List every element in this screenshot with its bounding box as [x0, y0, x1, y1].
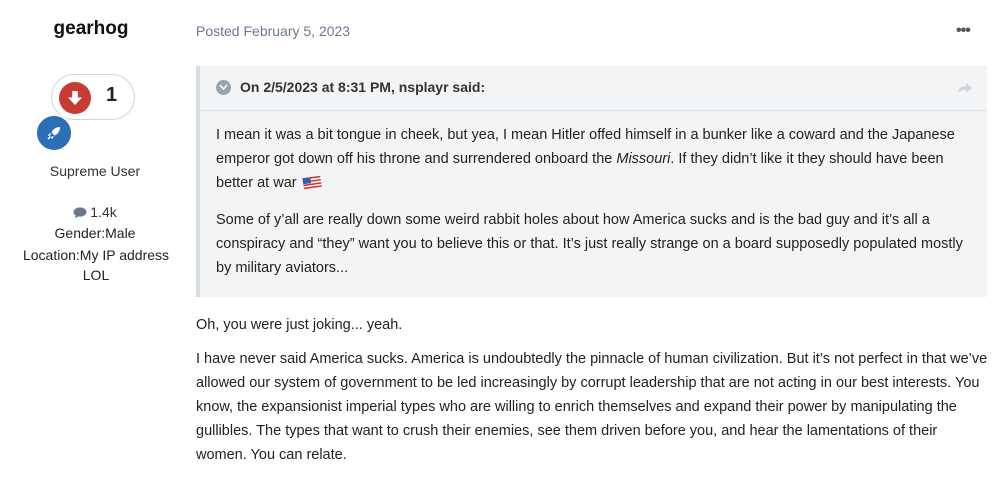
post-content: Oh, you were just joking... yeah. I have…	[196, 313, 991, 477]
quote-divider	[200, 110, 987, 111]
rocket-icon	[35, 114, 73, 152]
author-username[interactable]: gearhog	[0, 18, 182, 40]
reply-paragraph: I have never said America sucks. America…	[196, 351, 988, 463]
share-icon[interactable]	[957, 81, 973, 99]
location-field: Location:My IP address LOL	[22, 247, 170, 283]
quote-italic-text: Missouri	[616, 151, 671, 167]
quote-paragraph: I mean it was a bit tongue in cheek, but…	[216, 123, 966, 198]
gender-field: Gender:Male	[54, 225, 136, 241]
quote-header[interactable]: On 2/5/2023 at 8:31 PM, nsplayr said:	[216, 79, 485, 95]
quote-block: On 2/5/2023 at 8:31 PM, nsplayr said: I …	[196, 66, 987, 297]
reputation-count: 1	[106, 84, 118, 106]
reputation-badge[interactable]: 1	[51, 74, 135, 120]
quote-paragraph: Some of y’all are really down some weird…	[216, 212, 963, 276]
more-options-icon[interactable]: •••	[956, 22, 971, 40]
quote-attribution: On 2/5/2023 at 8:31 PM, nsplayr said:	[240, 79, 486, 95]
quote-content: I mean it was a bit tongue in cheek, but…	[216, 123, 966, 290]
reply-paragraph: Oh, you were just joking... yeah.	[196, 317, 403, 333]
post-count-value: 1.4k	[90, 204, 117, 220]
post-date[interactable]: Posted February 5, 2023	[196, 23, 350, 39]
quote-collapse-icon[interactable]	[216, 79, 231, 95]
us-flag-icon	[301, 174, 323, 198]
user-rank-title: Supreme User	[49, 163, 141, 179]
chat-icon	[73, 206, 87, 222]
post-count: 1.4k	[0, 204, 190, 222]
downvote-icon[interactable]	[59, 82, 91, 114]
